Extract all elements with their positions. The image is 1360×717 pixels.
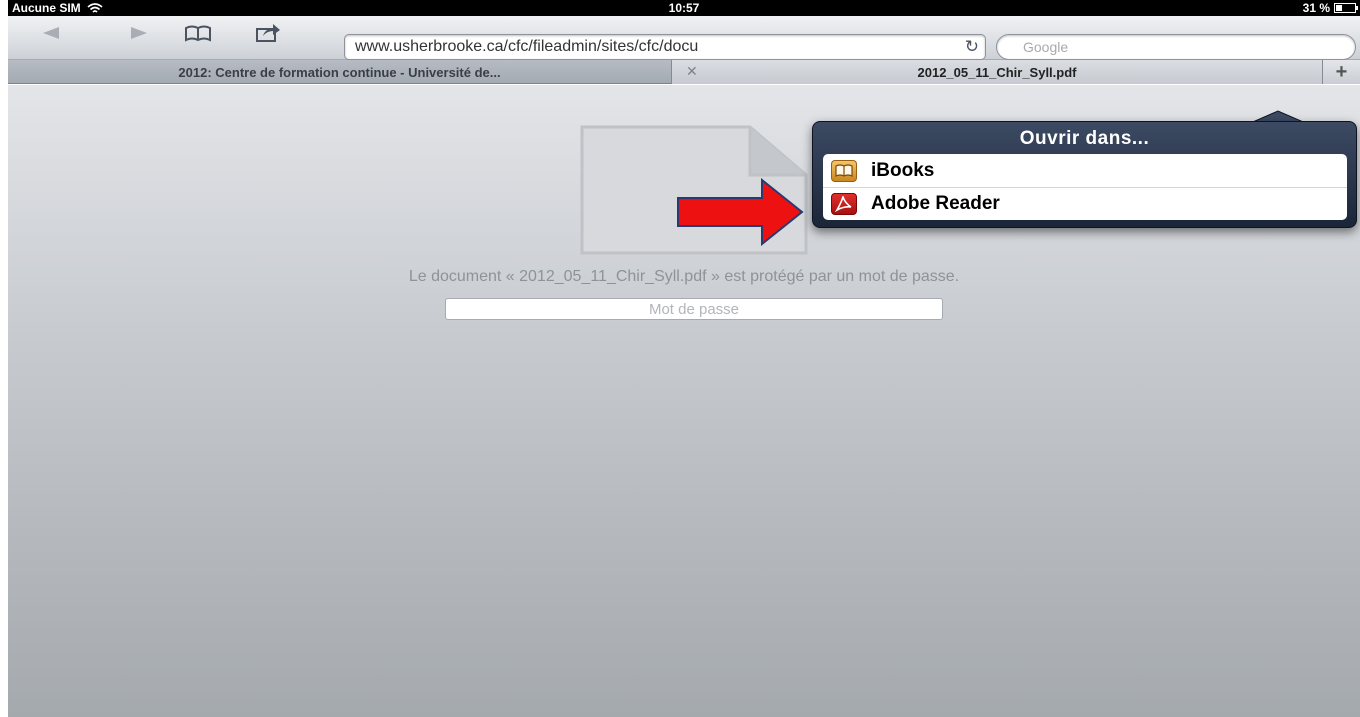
- reload-icon[interactable]: ↻: [965, 37, 979, 57]
- password-protected-message: Le document « 2012_05_11_Chir_Syll.pdf »…: [408, 268, 960, 285]
- browser-toolbar: www.usherbrooke.ca/cfc/fileadmin/sites/c…: [8, 16, 1360, 60]
- back-arrow-icon: [43, 27, 59, 39]
- ibooks-label: iBooks: [871, 159, 935, 181]
- popover-title: Ouvrir dans...: [1019, 128, 1150, 149]
- status-right: 31 %: [1302, 1, 1358, 15]
- book-glyph-icon: [835, 164, 853, 177]
- acrobat-glyph-icon: [835, 196, 852, 212]
- battery-icon: [1334, 3, 1358, 13]
- bookmarks-button[interactable]: [180, 20, 216, 46]
- forward-button[interactable]: [124, 20, 154, 46]
- tab-bar: 2012: Centre de formation continue - Uni…: [8, 60, 1360, 84]
- search-field[interactable]: Google: [996, 34, 1356, 60]
- battery-percent: 31 %: [1302, 1, 1330, 15]
- adobe-reader-icon: [831, 193, 857, 215]
- tab-label: 2012_05_11_Chir_Syll.pdf: [917, 64, 1077, 80]
- back-button[interactable]: [36, 20, 66, 46]
- clock: 10:57: [668, 1, 700, 15]
- share-button[interactable]: [250, 20, 286, 46]
- close-tab-icon[interactable]: ✕: [686, 63, 698, 80]
- red-arrow-annotation: [677, 178, 804, 246]
- open-in-adobe-reader[interactable]: Adobe Reader: [823, 187, 1347, 220]
- tab-pdf-document[interactable]: ✕ 2012_05_11_Chir_Syll.pdf: [672, 60, 1322, 84]
- status-bar: Aucune SIM 10:57 31 %: [8, 0, 1360, 16]
- url-text: www.usherbrooke.ca/cfc/fileadmin/sites/c…: [355, 38, 699, 55]
- new-tab-button[interactable]: +: [1322, 60, 1360, 84]
- ibooks-icon: [831, 159, 857, 182]
- tab-centre-formation[interactable]: 2012: Centre de formation continue - Uni…: [8, 60, 672, 84]
- share-icon: [256, 24, 280, 42]
- battery-fill: [1336, 5, 1343, 11]
- password-field[interactable]: [445, 298, 943, 320]
- forward-arrow-icon: [131, 27, 147, 39]
- ipad-screen: Aucune SIM 10:57 31 % www.usherbrooke.ca…: [8, 0, 1360, 717]
- tab-label: 2012: Centre de formation continue - Uni…: [178, 64, 501, 80]
- open-book-icon: [185, 25, 211, 42]
- open-in-popover: Ouvrir dans... iBooks Adobe Reader: [812, 121, 1357, 228]
- plus-icon: +: [1335, 60, 1348, 83]
- open-in-ibooks[interactable]: iBooks: [823, 154, 1347, 187]
- adobe-reader-label: Adobe Reader: [871, 193, 1000, 214]
- search-placeholder: Google: [1023, 39, 1069, 55]
- address-bar[interactable]: www.usherbrooke.ca/cfc/fileadmin/sites/c…: [344, 34, 986, 60]
- open-in-app-list: iBooks Adobe Reader: [823, 154, 1347, 220]
